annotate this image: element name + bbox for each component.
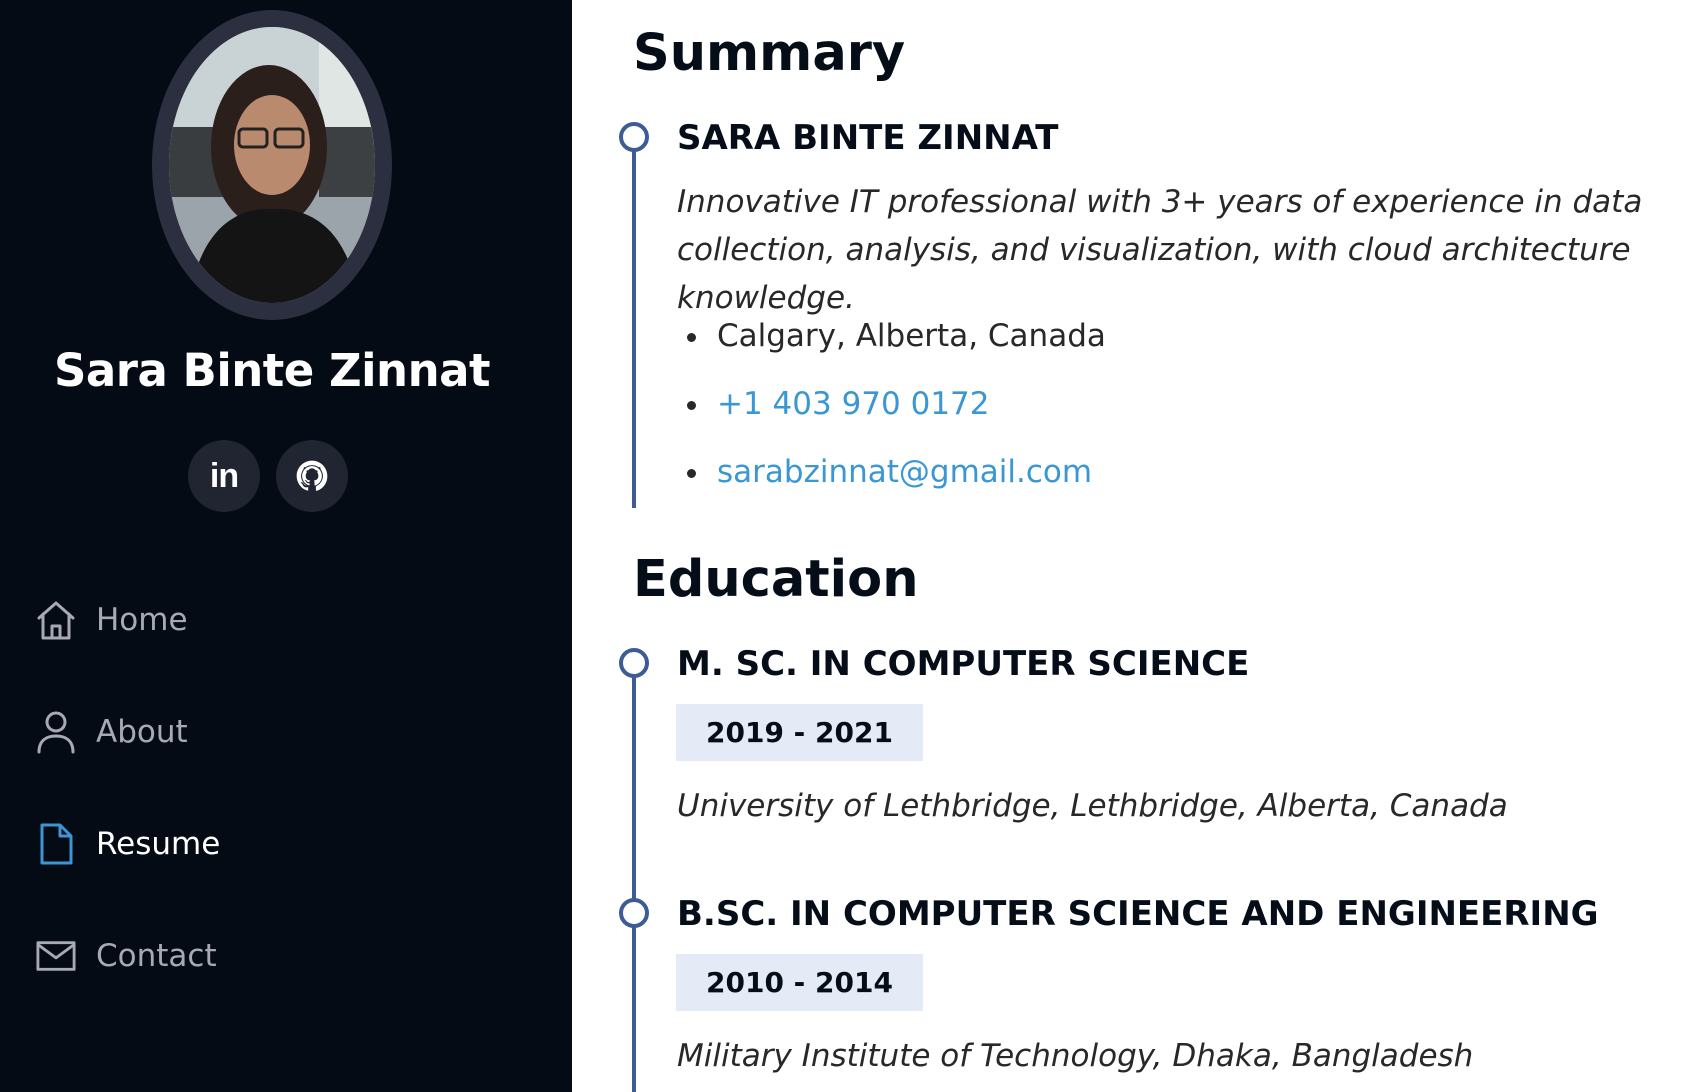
education-degree: B.SC. IN COMPUTER SCIENCE AND ENGINEERIN… xyxy=(677,894,1599,934)
linkedin-button[interactable]: in xyxy=(188,440,260,512)
linkedin-icon: in xyxy=(209,456,239,495)
profile-avatar xyxy=(152,10,392,320)
resume-content: Summary SARA BINTE ZINNAT Innovative IT … xyxy=(572,0,1698,1092)
summary-name: SARA BINTE ZINNAT xyxy=(677,118,1059,158)
sidebar: Sara Binte Zinnat in Home About Resume C… xyxy=(0,0,572,1092)
nav-label-contact: Contact xyxy=(96,938,217,974)
summary-heading: Summary xyxy=(633,24,906,83)
nav-item-about[interactable]: About xyxy=(36,704,188,760)
education-years-badge: 2019 - 2021 xyxy=(676,704,923,761)
user-icon xyxy=(36,709,76,755)
education-years-badge: 2010 - 2014 xyxy=(676,954,923,1011)
education-heading: Education xyxy=(633,550,919,609)
education-institution: University of Lethbridge, Lethbridge, Al… xyxy=(677,788,1508,824)
profile-photo xyxy=(169,27,375,303)
github-button[interactable] xyxy=(276,440,348,512)
summary-timeline-line xyxy=(632,138,636,508)
contact-phone-link[interactable]: +1 403 970 0172 xyxy=(677,370,1106,438)
summary-timeline-dot xyxy=(619,122,649,152)
envelope-icon xyxy=(36,933,76,979)
github-icon xyxy=(296,460,328,491)
education-timeline-dot xyxy=(619,898,649,928)
nav-item-resume[interactable]: Resume xyxy=(36,816,220,872)
nav-label-resume: Resume xyxy=(96,826,221,862)
education-degree: M. SC. IN COMPUTER SCIENCE xyxy=(677,644,1250,684)
nav-label-home: Home xyxy=(96,602,188,638)
contact-email-link[interactable]: sarabzinnat@gmail.com xyxy=(677,438,1106,506)
education-timeline-dot xyxy=(619,648,649,678)
profile-name: Sara Binte Zinnat xyxy=(54,344,490,397)
education-institution: Military Institute of Technology, Dhaka,… xyxy=(677,1038,1474,1074)
nav-label-about: About xyxy=(96,714,188,750)
contact-list: Calgary, Alberta, Canada +1 403 970 0172… xyxy=(677,302,1106,506)
nav-item-home[interactable]: Home xyxy=(36,592,188,648)
file-icon xyxy=(36,821,76,867)
contact-location: Calgary, Alberta, Canada xyxy=(677,302,1106,370)
nav-item-contact[interactable]: Contact xyxy=(36,928,217,984)
summary-description: Innovative IT professional with 3+ years… xyxy=(677,184,1643,316)
education-timeline-line xyxy=(632,664,636,1092)
home-icon xyxy=(36,597,76,643)
